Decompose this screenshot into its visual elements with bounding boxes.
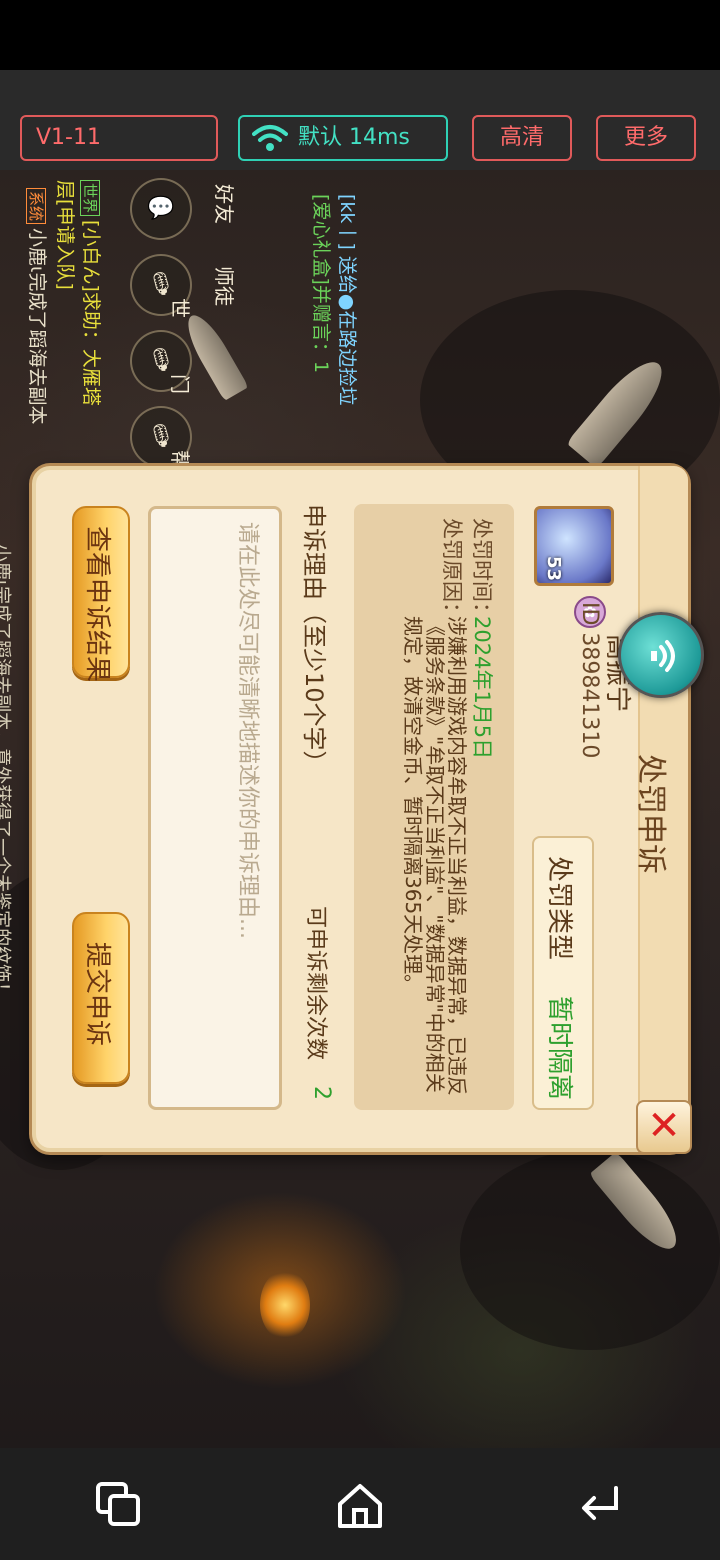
- navigation-bar: [0, 1448, 720, 1560]
- appeal-reason-label: 申诉理由（至少10个字）: [300, 504, 328, 775]
- cave-rock: [460, 1150, 720, 1350]
- world-channel-label: 世: [168, 298, 192, 318]
- team-channel-label: 门: [168, 374, 192, 394]
- voice-icon: [651, 640, 675, 672]
- chat-button[interactable]: 💬: [130, 178, 192, 240]
- punish-reason-text: 涉嫌利用游戏内容牟取不正当利益，数据异常，已违反《服务条款》"牟取不正当利益"、…: [401, 616, 469, 1096]
- chat-gift-line: [kk丨] 送给●在路边捡垃: [336, 194, 358, 406]
- punish-type-label: 处罚类型: [544, 856, 574, 961]
- punish-time-value: 2024年1月5日: [470, 616, 494, 760]
- remaining-count-label: 可申诉剩余次数: [303, 906, 328, 1061]
- chat-text: [小白ん]求助：大雁塔: [80, 220, 102, 406]
- recent-apps-icon[interactable]: [92, 1478, 148, 1534]
- chat-text: 小鹿ι完成了蹈海去副本: [26, 228, 48, 425]
- network-label: 默认 14ms: [298, 125, 410, 150]
- close-icon: ✕: [647, 1103, 681, 1149]
- friends-label[interactable]: 好友: [211, 184, 240, 224]
- dialog-title: 处罚申诉: [633, 754, 668, 874]
- screen: V1-11 默认 14ms 高清 更多 系统小鹿ι完成了蹈海去副本 世界 [小白ん…: [0, 0, 720, 1560]
- chat-broadcast-line: 小鹿ι完成了蹈海去副本，意外获得了一个未鉴定的纹饰！: [0, 544, 12, 1001]
- home-icon[interactable]: [332, 1478, 388, 1534]
- chat-world-line: 世界 [小白ん]求助：大雁塔: [79, 180, 106, 406]
- appeal-dialog: 处罚申诉 53 ✿ 高振宁 ID 389841310 处罚类型 暂时隔离 处罚时…: [32, 466, 692, 1154]
- microphone-icon: 🎙: [147, 348, 175, 373]
- player-id: ID 389841310: [577, 602, 602, 759]
- punish-type-value: 暂时隔离: [544, 996, 574, 1101]
- avatar-level: 53: [543, 555, 565, 582]
- version-button[interactable]: V1-11: [20, 115, 218, 161]
- punish-reason-label: 处罚原因：: [440, 518, 464, 623]
- close-button[interactable]: ✕: [636, 1100, 692, 1154]
- quality-button[interactable]: 高清: [472, 115, 572, 161]
- stream-toolbar: V1-11 默认 14ms 高清 更多: [0, 70, 720, 170]
- remaining-count-value: 2: [309, 1086, 334, 1100]
- chat-world-line-2: 层[申请入队]: [54, 180, 76, 290]
- more-button[interactable]: 更多: [596, 115, 696, 161]
- master-label[interactable]: 师徒: [211, 266, 240, 306]
- status-bar: [0, 0, 720, 70]
- system-tag: 系统: [26, 188, 46, 225]
- microphone-icon: 🎙: [147, 272, 175, 297]
- avatar: 53: [534, 506, 614, 586]
- appeal-placeholder: 请在此处尽可能清晰地描述你的申诉理由...: [235, 522, 260, 939]
- chat-gift-line-2: [爱心礼盒]并赠言：1: [310, 194, 332, 373]
- wifi-icon: [252, 125, 288, 151]
- punish-time-label: 处罚时间：: [470, 518, 494, 623]
- voice-assistant-button[interactable]: [618, 612, 704, 698]
- microphone-icon: 🎙: [147, 424, 175, 449]
- back-icon[interactable]: [572, 1478, 628, 1534]
- game-scene[interactable]: 系统小鹿ι完成了蹈海去副本 世界 [小白ん]求助：大雁塔 层[申请入队] [kk丨…: [0, 170, 720, 1448]
- submit-appeal-label: 提交申诉: [82, 942, 112, 1047]
- world-tag: 世界: [80, 180, 100, 217]
- network-button[interactable]: 默认 14ms: [238, 115, 448, 161]
- chat-system-line: 系统小鹿ι完成了蹈海去副本: [25, 188, 52, 424]
- chat-bubble-icon: 💬: [147, 196, 175, 221]
- torch-fire: [260, 1270, 310, 1340]
- view-result-label: 查看申诉结果: [82, 526, 112, 683]
